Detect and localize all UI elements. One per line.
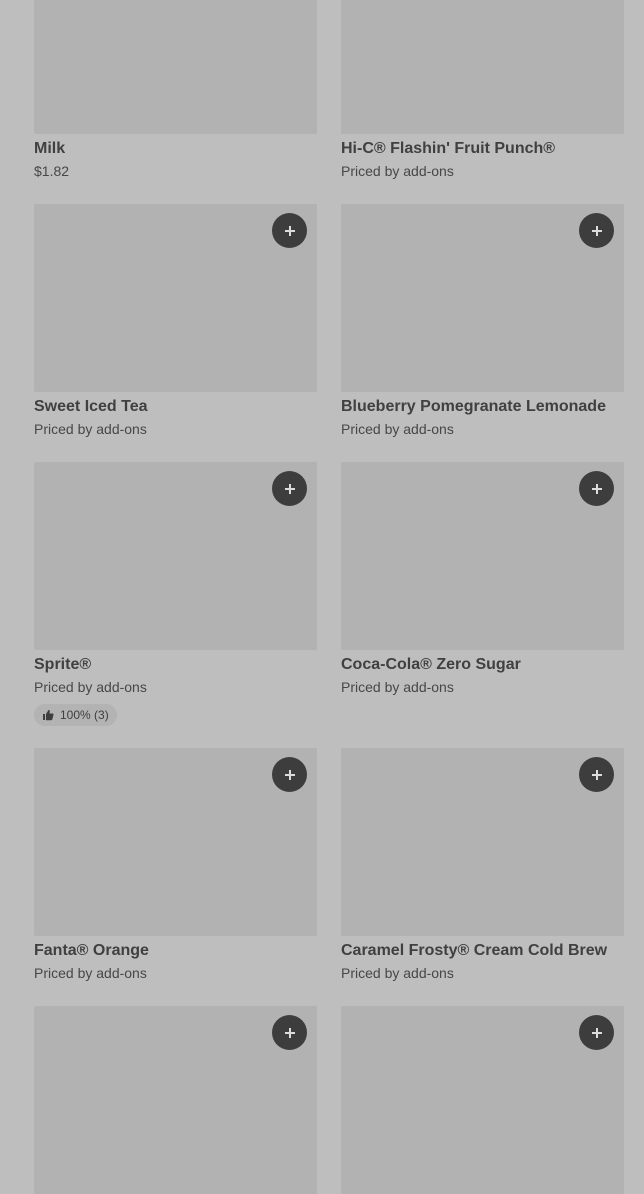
product-name[interactable]: Fanta® Orange: [34, 941, 317, 961]
product-image[interactable]: [341, 748, 624, 936]
product-image[interactable]: [341, 1006, 624, 1194]
product-image[interactable]: [341, 462, 624, 650]
product-image[interactable]: [34, 462, 317, 650]
rating-text: 100% (3): [60, 708, 109, 722]
plus-icon: [591, 1027, 602, 1038]
plus-icon: [591, 225, 602, 236]
product-price: Priced by add-ons: [34, 421, 147, 437]
product-name[interactable]: Sweet Iced Tea: [34, 397, 317, 417]
plus-icon: [284, 225, 295, 236]
product-price: Priced by add-ons: [341, 679, 454, 695]
product-card[interactable]: [341, 1006, 624, 1194]
product-card-fanta-orange[interactable]: Fanta® Orange Priced by add-ons: [34, 748, 317, 982]
plus-icon: [591, 769, 602, 780]
add-to-cart-button[interactable]: [272, 213, 307, 248]
product-price: Priced by add-ons: [341, 965, 454, 981]
add-to-cart-button[interactable]: [579, 213, 614, 248]
add-to-cart-button[interactable]: [272, 471, 307, 506]
plus-icon: [591, 483, 602, 494]
product-name[interactable]: Blueberry Pomegranate Lemonade: [341, 397, 624, 417]
product-name[interactable]: Hi-C® Flashin' Fruit Punch®: [341, 139, 624, 159]
product-image[interactable]: [341, 0, 624, 134]
add-to-cart-button[interactable]: [579, 1015, 614, 1050]
product-card-caramel-frosty-cream-cold-brew[interactable]: Caramel Frosty® Cream Cold Brew Priced b…: [341, 748, 624, 982]
product-card-blueberry-pomegranate-lemonade[interactable]: Blueberry Pomegranate Lemonade Priced by…: [341, 204, 624, 438]
product-card-sweet-iced-tea[interactable]: Sweet Iced Tea Priced by add-ons: [34, 204, 317, 438]
product-card[interactable]: [34, 1006, 317, 1194]
rating-badge: 100% (3): [34, 704, 117, 726]
product-price: Priced by add-ons: [34, 965, 147, 981]
plus-icon: [284, 483, 295, 494]
add-to-cart-button[interactable]: [272, 757, 307, 792]
thumbs-up-icon: [43, 710, 54, 721]
product-image[interactable]: [34, 1006, 317, 1194]
product-price: Priced by add-ons: [34, 679, 147, 695]
plus-icon: [284, 1027, 295, 1038]
product-card-sprite[interactable]: Sprite® Priced by add-ons 100% (3): [34, 462, 317, 726]
product-price: $1.82: [34, 163, 70, 179]
plus-icon: [284, 769, 295, 780]
add-to-cart-button[interactable]: [272, 1015, 307, 1050]
product-card-coca-cola-zero-sugar[interactable]: Coca-Cola® Zero Sugar Priced by add-ons: [341, 462, 624, 696]
product-image[interactable]: [341, 204, 624, 392]
product-image[interactable]: [34, 0, 317, 134]
product-card-milk[interactable]: Milk $1.82: [34, 0, 317, 180]
product-price: Priced by add-ons: [341, 163, 454, 179]
add-to-cart-button[interactable]: [579, 757, 614, 792]
product-price: Priced by add-ons: [341, 421, 454, 437]
product-card-hi-c[interactable]: Hi-C® Flashin' Fruit Punch® Priced by ad…: [341, 0, 624, 180]
product-name[interactable]: Caramel Frosty® Cream Cold Brew: [341, 941, 624, 961]
product-name[interactable]: Coca-Cola® Zero Sugar: [341, 655, 624, 675]
product-image[interactable]: [34, 204, 317, 392]
product-name[interactable]: Milk: [34, 139, 317, 159]
product-name[interactable]: Sprite®: [34, 655, 317, 675]
product-image[interactable]: [34, 748, 317, 936]
add-to-cart-button[interactable]: [579, 471, 614, 506]
